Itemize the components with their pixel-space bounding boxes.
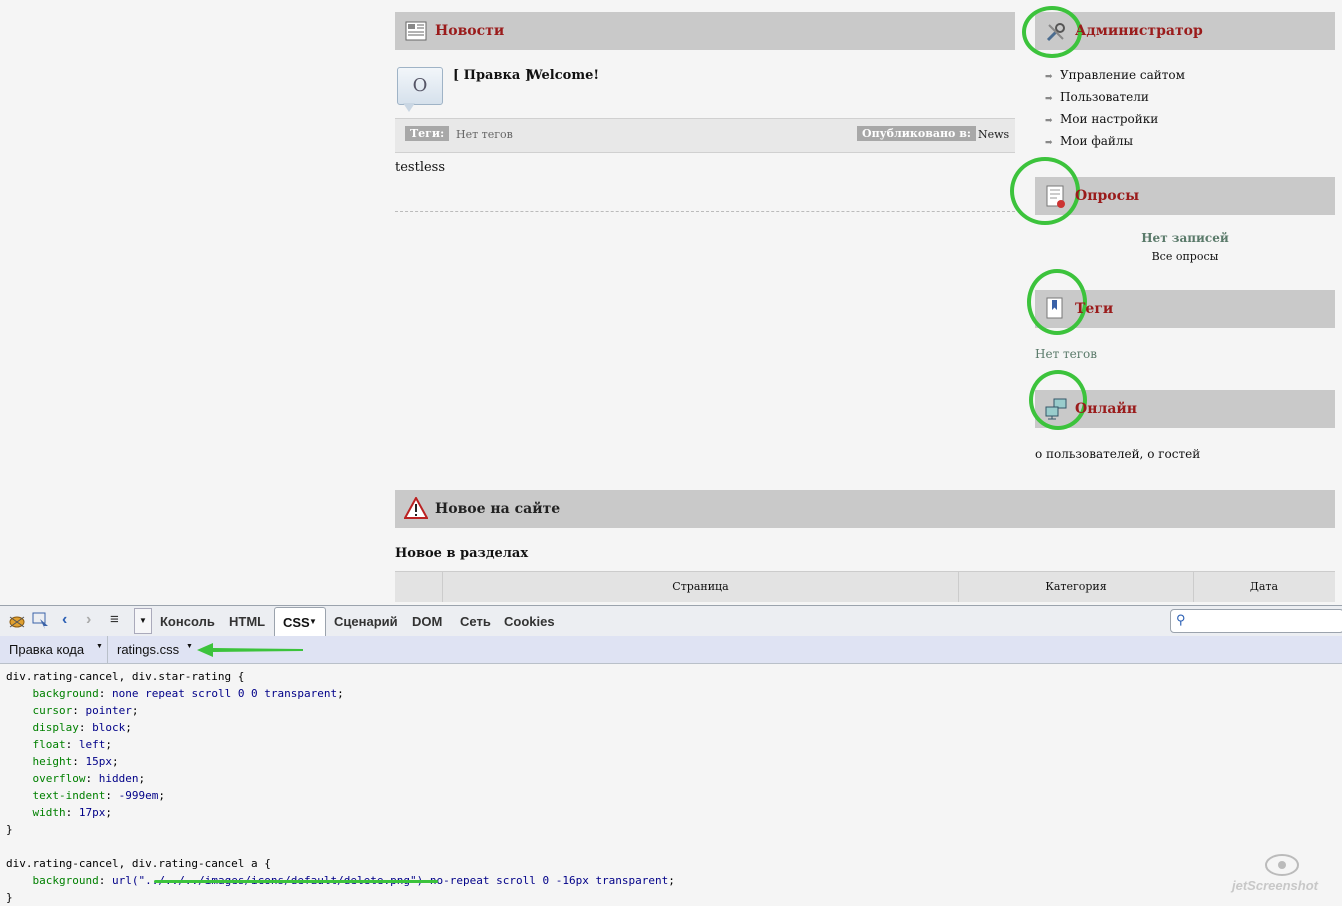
published-label: Опубликовано в: xyxy=(857,126,976,141)
tab-console[interactable]: Консоль xyxy=(160,614,215,629)
watermark: jetScreenshot xyxy=(1232,878,1318,893)
admin-link-files[interactable]: ➡ Мои файлы xyxy=(1045,134,1133,148)
online-stats: о пользователей, о гостей xyxy=(1035,447,1201,461)
forward-arrow-icon[interactable]: › xyxy=(86,611,91,629)
admin-link-site[interactable]: ➡ Управление сайтом xyxy=(1045,68,1185,82)
tab-css-label: CSS xyxy=(283,615,310,630)
tab-css-active[interactable]: CSS ▼ xyxy=(274,607,326,637)
panel-dropdown-button[interactable]: ▼ xyxy=(134,608,152,634)
url-underline-annotation xyxy=(154,880,438,883)
chevron-down-icon: ▼ xyxy=(96,643,103,650)
tags-empty: Нет тегов xyxy=(1035,347,1098,361)
table-col-page[interactable]: Страница xyxy=(443,580,958,593)
arrow-right-icon: ➡ xyxy=(1045,116,1053,126)
search-icon: ⚲ xyxy=(1176,612,1186,627)
highlight-circle-polls xyxy=(1010,157,1080,225)
table-col-category[interactable]: Категория xyxy=(959,580,1193,593)
published-category-link[interactable]: News xyxy=(978,128,1009,141)
rule1-decl: height: 15px; xyxy=(32,755,119,768)
tab-cookies[interactable]: Cookies xyxy=(504,614,555,629)
rule2-close: } xyxy=(6,891,13,904)
new-on-site-title: Новое на сайте xyxy=(435,501,561,517)
firebug-toolbar: ‹ › ≡ ▼ Консоль HTML CSS ▼ Сценарий DOM … xyxy=(0,605,1342,637)
polls-empty: Нет записей xyxy=(1141,231,1229,245)
css-source: div.rating-cancel, div.star-rating { bac… xyxy=(6,668,675,906)
online-title: Онлайн xyxy=(1075,401,1138,417)
post-avatar: O xyxy=(397,67,443,105)
rule1-decl: display: block; xyxy=(32,721,132,734)
tags-value: Нет тегов xyxy=(456,128,513,141)
highlight-circle-admin xyxy=(1022,6,1082,58)
admin-link-users[interactable]: ➡ Пользователи xyxy=(1045,90,1149,104)
edit-link[interactable]: [ Правка ] xyxy=(453,68,531,83)
news-title: Новости xyxy=(435,23,505,39)
table-col-date[interactable]: Дата xyxy=(1194,580,1334,593)
admin-title: Администратор xyxy=(1075,23,1203,39)
chevron-down-icon: ▼ xyxy=(309,617,317,626)
polls-all-link[interactable]: Все опросы xyxy=(1035,250,1335,263)
newspaper-icon xyxy=(405,21,427,41)
rule2-selector: div.rating-cancel, div.rating-cancel a { xyxy=(6,857,271,870)
post-body: testless xyxy=(395,160,446,175)
arrow-right-icon: ➡ xyxy=(1045,138,1053,148)
rule1-decl: float: left; xyxy=(32,738,113,751)
warning-icon xyxy=(404,497,428,519)
rule1-decl: cursor: pointer; xyxy=(32,704,139,717)
annotation-arrow xyxy=(197,643,303,657)
table-col-blank xyxy=(395,572,443,602)
tags-label: Теги: xyxy=(405,126,450,141)
stylesheet-label: ratings.css xyxy=(117,642,180,657)
tab-net[interactable]: Сеть xyxy=(460,614,491,629)
polls-title: Опросы xyxy=(1075,188,1140,204)
highlight-circle-online xyxy=(1029,370,1087,430)
chevron-down-icon: ▼ xyxy=(186,643,193,650)
back-arrow-icon[interactable]: ‹ xyxy=(62,611,67,629)
menu-lines-icon[interactable]: ≡ xyxy=(110,611,119,628)
arrow-right-icon: ➡ xyxy=(1045,72,1053,82)
tab-dom[interactable]: DOM xyxy=(412,614,442,629)
new-in-sections-title: Новое в разделах xyxy=(395,546,529,561)
inspect-icon[interactable] xyxy=(32,612,50,630)
stylesheet-dropdown[interactable]: ratings.css ▼ xyxy=(108,636,198,663)
post-divider xyxy=(395,211,1015,212)
tab-html[interactable]: HTML xyxy=(229,614,265,629)
rule1-decl: background: none repeat scroll 0 0 trans… xyxy=(32,687,344,700)
tab-script[interactable]: Сценарий xyxy=(334,614,398,629)
watermark-logo-icon xyxy=(1265,854,1299,876)
post-title[interactable]: Welcome! xyxy=(528,68,599,83)
rule1-decl: overflow: hidden; xyxy=(32,772,146,785)
firebug-css-subtoolbar: Правка кода ▼ ratings.css ▼ xyxy=(0,636,1342,664)
tags-title: Теги xyxy=(1075,301,1114,317)
arrow-right-icon: ➡ xyxy=(1045,94,1053,104)
firebug-search-field[interactable]: ⚲ xyxy=(1170,609,1342,633)
avatar-letter: O xyxy=(412,75,428,96)
rule1-decl: text-indent: -999em; xyxy=(32,789,165,802)
avatar-tail xyxy=(403,103,415,112)
rule1-close: } xyxy=(6,823,13,836)
admin-link-settings[interactable]: ➡ Мои настройки xyxy=(1045,112,1158,126)
firebug-icon[interactable] xyxy=(6,612,28,630)
rule1-decl: width: 17px; xyxy=(32,806,113,819)
sections-table-header: Страница Категория Дата xyxy=(395,571,1335,602)
edit-mode-dropdown[interactable]: Правка кода ▼ xyxy=(0,636,108,663)
edit-mode-label: Правка кода xyxy=(9,642,85,657)
rule1-selector: div.rating-cancel, div.star-rating { xyxy=(6,670,245,683)
